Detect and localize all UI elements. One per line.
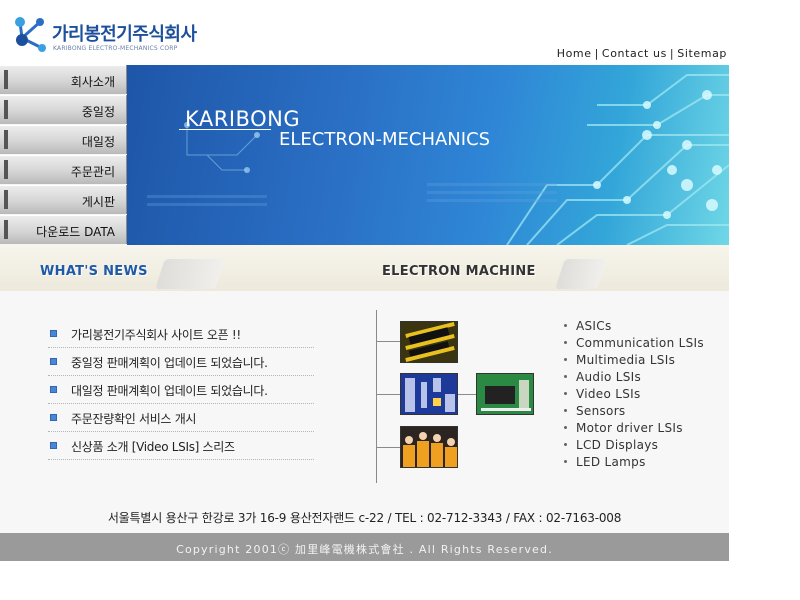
- bullet-icon: [50, 386, 57, 393]
- footer-bar: Copyright 2001ⓒ 加里峰電機株式會社 . All Rights R…: [0, 533, 729, 561]
- news-item[interactable]: 대일정 판매계획이 업데이트 되었습니다.: [48, 376, 314, 404]
- link-separator: |: [669, 47, 675, 60]
- news-item[interactable]: 신상품 소개 [Video LSIs] 스리즈: [48, 432, 314, 460]
- circuit-board-graphic: [147, 74, 729, 245]
- contact-us-link[interactable]: Contact us: [602, 47, 667, 60]
- electron-machine-heading: ELECTRON MACHINE: [382, 264, 536, 279]
- bullet-dot-icon: [564, 409, 567, 412]
- nav-item-label: 대일정: [81, 135, 115, 149]
- news-item[interactable]: 중일정 판매계획이 업데이트 되었습니다.: [48, 348, 314, 376]
- connector-line: [377, 341, 400, 342]
- nav-item-mid-schedule[interactable]: 중일정: [0, 95, 127, 125]
- whats-news-heading: WHAT'S NEWS: [40, 264, 148, 279]
- engineers-team-image[interactable]: [400, 426, 458, 468]
- home-link[interactable]: Home: [557, 47, 592, 60]
- product-label: ASICs: [576, 319, 612, 333]
- nav-item-major-schedule[interactable]: 대일정: [0, 125, 127, 155]
- vertical-divider: [376, 310, 377, 483]
- chip-product-image[interactable]: [400, 321, 458, 363]
- sitemap-link[interactable]: Sitemap: [677, 47, 727, 60]
- news-item[interactable]: 가리봉전기주식회사 사이트 오픈 !!: [48, 320, 314, 348]
- nav-item-label: 주문관리: [70, 165, 115, 179]
- company-name: 가리봉전기주식회사: [52, 24, 197, 45]
- news-item-text: 중일정 판매계획이 업데이트 되었습니다.: [71, 356, 268, 370]
- nav-item-board[interactable]: 게시판: [0, 185, 127, 215]
- company-subtitle: KARIBONG ELECTRO-MECHANICS CORP: [53, 45, 178, 52]
- news-item-text: 주문잔량확인 서비스 개시: [71, 412, 197, 426]
- bullet-dot-icon: [564, 375, 567, 378]
- connector-line: [458, 394, 476, 395]
- product-label: Sensors: [576, 404, 626, 418]
- nav-item-label: 회사소개: [70, 75, 115, 89]
- pcb-module-image[interactable]: [476, 373, 534, 415]
- nav-item-label: 다운로드 DATA: [36, 225, 115, 239]
- bullet-dot-icon: [564, 426, 567, 429]
- banner-title-line1: KARIBONG: [185, 107, 301, 131]
- nav-item-label: 중일정: [81, 105, 115, 119]
- news-item-text: 신상품 소개 [Video LSIs] 스리즈: [71, 440, 235, 454]
- hero-banner: KARIBONG ELECTRON-MECHANICS: [127, 65, 729, 245]
- bullet-dot-icon: [564, 443, 567, 446]
- logo-molecule-icon: [15, 17, 46, 52]
- company-address: 서울특별시 용산구 한강로 3가 16-9 용산전자랜드 c-22 / TEL …: [107, 511, 622, 525]
- news-item-text: 대일정 판매계획이 업데이트 되었습니다.: [71, 384, 268, 398]
- bullet-dot-icon: [564, 341, 567, 344]
- top-links: Home | Contact us | Sitemap: [557, 47, 727, 60]
- news-item-text: 가리봉전기주식회사 사이트 오픈 !!: [71, 328, 241, 342]
- product-label: LED Lamps: [576, 455, 646, 469]
- connector-line: [377, 394, 400, 395]
- copyright-text: Copyright 2001ⓒ 加里峰電機株式會社 . All Rights R…: [176, 543, 553, 556]
- product-label: Video LSIs: [576, 387, 641, 401]
- bullet-dot-icon: [564, 358, 567, 361]
- product-label: Audio LSIs: [576, 370, 642, 384]
- bullet-icon: [50, 330, 57, 337]
- product-label: Motor driver LSIs: [576, 421, 683, 435]
- news-item[interactable]: 주문잔량확인 서비스 개시: [48, 404, 314, 432]
- bullet-icon: [50, 358, 57, 365]
- product-label: Multimedia LSIs: [576, 353, 676, 367]
- banner-title-line2: ELECTRON-MECHANICS: [279, 129, 491, 150]
- company-logo[interactable]: 가리봉전기주식회사 KARIBONG ELECTRO-MECHANICS COR…: [12, 14, 197, 58]
- product-label: Communication LSIs: [576, 336, 704, 350]
- product-label: LCD Displays: [576, 438, 659, 452]
- side-nav: 회사소개 중일정 대일정 주문관리 게시판 다운로드 DATA: [0, 65, 127, 245]
- news-list: 가리봉전기주식회사 사이트 오픈 !! 중일정 판매계획이 업데이트 되었습니다…: [48, 320, 314, 460]
- bullet-dot-icon: [564, 392, 567, 395]
- circuit-board-image[interactable]: [400, 373, 458, 415]
- nav-item-order-management[interactable]: 주문관리: [0, 155, 127, 185]
- nav-item-download[interactable]: 다운로드 DATA: [0, 215, 127, 245]
- link-separator: |: [594, 47, 599, 60]
- nav-item-label: 게시판: [81, 195, 115, 209]
- nav-item-company[interactable]: 회사소개: [0, 65, 127, 95]
- bullet-icon: [50, 442, 57, 449]
- heading-swoosh-decoration: [155, 259, 225, 289]
- bullet-dot-icon: [564, 324, 567, 327]
- bullet-dot-icon: [564, 460, 567, 463]
- bullet-icon: [50, 414, 57, 421]
- connector-line: [377, 447, 400, 448]
